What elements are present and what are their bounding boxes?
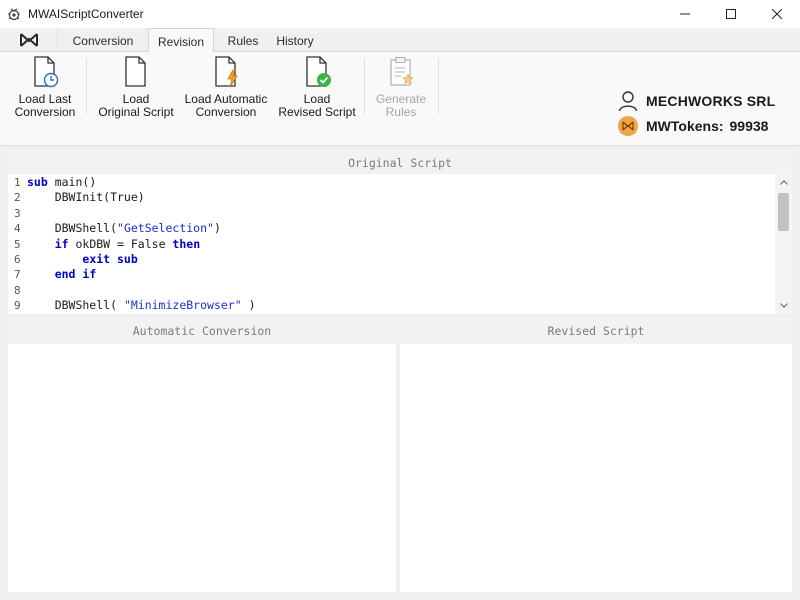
tokens-info: MWTokens: 99938 — [618, 116, 768, 136]
workspace: Original Script 1 sub main() 2 DBWInit(Tru… — [0, 146, 800, 600]
company-name: MECHWORKS SRL — [646, 93, 776, 109]
line-number: 6 — [14, 253, 21, 266]
code-text: DBWShell( "MinimizeBrowser" ) — [27, 298, 256, 313]
user-icon — [618, 91, 638, 112]
tokens-label: MWTokens: — [646, 118, 724, 134]
code-text: end if — [27, 267, 97, 282]
ribbon-panel: Load Last Conversion Load Original Scrip… — [0, 52, 800, 146]
maximize-button[interactable] — [708, 0, 754, 28]
original-script-editor[interactable]: 1 sub main() 2 DBWInit(True) 3 4 DBWShell("G… — [8, 174, 792, 314]
code-keyword: then — [172, 236, 201, 251]
code-token: DBWShell( — [27, 221, 118, 236]
revised-script-editor[interactable] — [400, 344, 792, 592]
scroll-down-icon[interactable] — [775, 297, 792, 314]
minimize-button[interactable] — [662, 0, 708, 28]
code-keyword: exit sub — [82, 252, 138, 266]
automatic-conversion-editor[interactable] — [8, 344, 396, 592]
code-text: if okDBW = False then — [27, 237, 200, 252]
tab-rules[interactable]: Rules — [220, 28, 266, 52]
code-text: sub main() — [27, 175, 96, 190]
line-number: 9 — [14, 299, 21, 313]
tab-history[interactable]: History — [270, 28, 320, 52]
line-number: 3 — [14, 206, 21, 220]
code-token: DBWInit(True) — [27, 190, 145, 205]
document-bolt-icon — [209, 54, 243, 90]
code-token: DBWShell( — [27, 298, 124, 313]
load-revised-script-label: Load Revised Script — [278, 92, 356, 119]
mw-coin-icon — [618, 116, 638, 136]
revised-script-header: Revised Script — [400, 318, 792, 344]
generate-rules-label: Generate Rules — [375, 92, 427, 119]
load-last-conversion-button[interactable]: Load Last Conversion — [8, 54, 82, 120]
tab-revision[interactable]: Revision — [148, 28, 214, 53]
scroll-up-icon[interactable] — [775, 174, 792, 191]
line-number: 5 — [14, 237, 21, 251]
ribbon-separator — [364, 58, 365, 114]
tokens-value: 99938 — [729, 118, 769, 134]
scroll-thumb[interactable] — [778, 193, 789, 231]
line-number: 7 — [14, 268, 21, 282]
automatic-conversion-header: Automatic Conversion — [8, 318, 396, 344]
load-revised-script-button[interactable]: Load Revised Script — [276, 54, 358, 120]
code-token: ) — [241, 298, 256, 313]
tab-conversion[interactable]: Conversion — [62, 28, 144, 52]
ribbon-separator — [438, 58, 439, 114]
code-token: okDBW = False — [68, 236, 173, 251]
ribbon-tab-strip: Conversion Revision Rules History — [0, 28, 800, 53]
load-automatic-conversion-label: Load Automatic Conversion — [184, 92, 268, 119]
code-text: DBWShell("GetSelection") — [27, 221, 221, 236]
mw-logo-icon — [19, 33, 38, 47]
load-last-conversion-label: Load Last Conversion — [14, 92, 76, 119]
minimize-icon — [680, 13, 690, 15]
title-bar: MWAIScriptConverter — [0, 0, 800, 28]
line-number: 2 — [14, 191, 21, 205]
window-title: MWAIScriptConverter — [28, 7, 144, 21]
document-clock-icon — [28, 54, 62, 90]
line-number: 4 — [14, 222, 21, 236]
document-icon — [119, 54, 153, 90]
bug-gear-icon — [6, 6, 22, 22]
code-token: ) — [213, 221, 221, 236]
generate-rules-button[interactable]: Generate Rules — [370, 54, 432, 120]
code-token: main() — [47, 175, 97, 189]
clipboard-star-icon — [384, 54, 418, 90]
load-automatic-conversion-button[interactable]: Load Automatic Conversion — [180, 54, 272, 120]
app-menu-button[interactable] — [0, 28, 58, 52]
line-number: 1 — [14, 176, 21, 189]
line-number: 8 — [14, 283, 21, 297]
original-script-header: Original Script — [8, 150, 792, 176]
code-keyword: if — [54, 236, 69, 251]
code-keyword: end if — [54, 267, 97, 282]
code-keyword: sub — [27, 175, 48, 189]
ribbon-separator — [86, 58, 87, 114]
load-original-script-label: Load Original Script — [98, 92, 174, 119]
company-info: MECHWORKS SRL — [618, 90, 775, 112]
close-button[interactable] — [754, 0, 800, 28]
close-icon — [772, 9, 782, 19]
code-text: exit sub — [27, 252, 138, 267]
code-string: "MinimizeBrowser" — [123, 298, 242, 313]
code-text: DBWInit(True) — [27, 190, 145, 205]
code-string: "GetSelection" — [117, 221, 214, 236]
document-check-icon — [300, 54, 334, 90]
editor-scrollbar[interactable] — [775, 174, 792, 314]
load-original-script-button[interactable]: Load Original Script — [94, 54, 178, 120]
maximize-icon — [726, 9, 736, 19]
